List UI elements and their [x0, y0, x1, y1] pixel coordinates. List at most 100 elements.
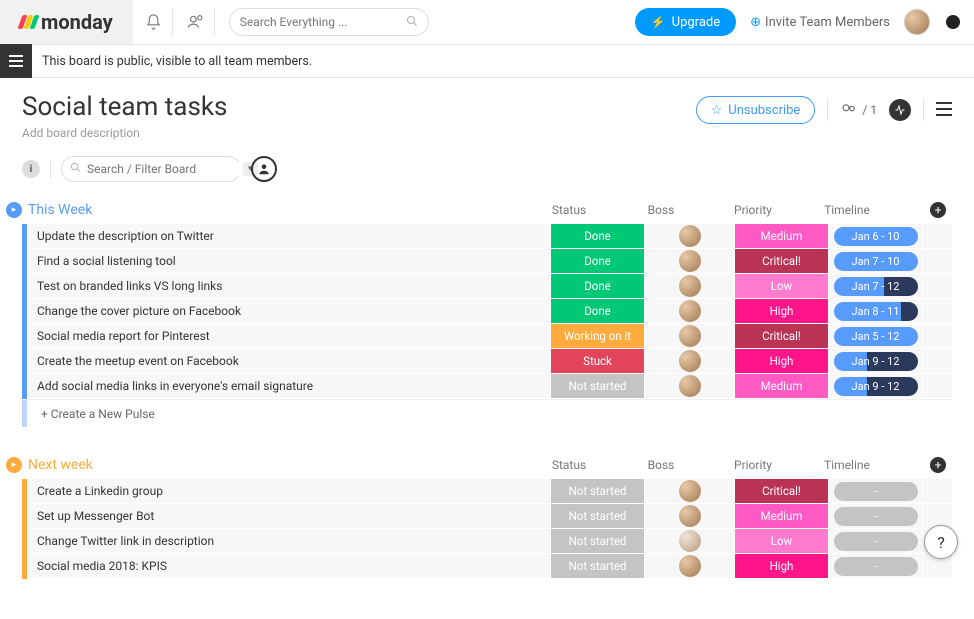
member-count[interactable]: / 1	[840, 103, 877, 117]
priority-cell[interactable]: Medium	[734, 224, 828, 249]
status-cell[interactable]: Done	[550, 274, 644, 299]
table-row[interactable]: Test on branded links VS long links Done…	[22, 274, 952, 299]
unsubscribe-button[interactable]: ☆ Unsubscribe	[696, 96, 816, 124]
status-cell[interactable]: Not started	[550, 374, 644, 399]
timeline-chip[interactable]: -	[834, 557, 918, 576]
priority-cell[interactable]: Medium	[734, 504, 828, 529]
table-row[interactable]: Find a social listening tool Done Critic…	[22, 249, 952, 274]
board-description[interactable]: Add board description	[22, 126, 696, 140]
timeline-cell[interactable]: -	[828, 479, 922, 504]
info-icon[interactable]: i	[22, 160, 40, 178]
row-title[interactable]: Change Twitter link in description	[27, 529, 550, 554]
inbox-icon[interactable]	[187, 8, 215, 36]
collapse-icon[interactable]: ▸	[6, 457, 22, 473]
table-row[interactable]: Change the cover picture on Facebook Don…	[22, 299, 952, 324]
logo[interactable]: monday	[20, 10, 113, 34]
timeline-chip[interactable]: Jan 5 - 12	[834, 327, 918, 346]
priority-cell[interactable]: Critical!	[734, 249, 828, 274]
board-title[interactable]: Social team tasks	[22, 92, 696, 122]
status-cell[interactable]: Done	[550, 299, 644, 324]
table-row[interactable]: Change Twitter link in description Not s…	[22, 529, 952, 554]
boss-cell[interactable]	[644, 324, 734, 349]
row-title[interactable]: Test on branded links VS long links	[27, 274, 550, 299]
table-row[interactable]: Add social media links in everyone's ema…	[22, 374, 952, 399]
boss-cell[interactable]	[644, 249, 734, 274]
timeline-cell[interactable]: -	[828, 554, 922, 579]
boss-cell[interactable]	[644, 349, 734, 374]
table-row[interactable]: Set up Messenger Bot Not started Medium …	[22, 504, 952, 529]
boss-cell[interactable]	[644, 554, 734, 579]
boss-cell[interactable]	[644, 274, 734, 299]
timeline-cell[interactable]: -	[828, 504, 922, 529]
row-title[interactable]: Change the cover picture on Facebook	[27, 299, 550, 324]
priority-cell[interactable]: High	[734, 299, 828, 324]
row-title[interactable]: Social media report for Pinterest	[27, 324, 550, 349]
boss-cell[interactable]	[644, 224, 734, 249]
timeline-chip[interactable]: Jan 8 - 11	[834, 302, 918, 321]
activity-icon[interactable]	[889, 99, 911, 121]
bell-icon[interactable]	[145, 8, 173, 36]
timeline-cell[interactable]: Jan 5 - 12	[828, 324, 922, 349]
timeline-cell[interactable]: -	[828, 529, 922, 554]
row-title[interactable]: Update the description on Twitter	[27, 224, 550, 249]
row-title[interactable]: Create the meetup event on Facebook	[27, 349, 550, 374]
person-filter-icon[interactable]	[251, 156, 277, 182]
help-button[interactable]: ?	[924, 525, 958, 559]
status-cell[interactable]: Not started	[550, 554, 644, 579]
boss-cell[interactable]	[644, 374, 734, 399]
global-search[interactable]	[229, 8, 429, 36]
row-title[interactable]: Find a social listening tool	[27, 249, 550, 274]
row-title[interactable]: Set up Messenger Bot	[27, 504, 550, 529]
boss-cell[interactable]	[644, 529, 734, 554]
status-cell[interactable]: Not started	[550, 504, 644, 529]
timeline-chip[interactable]: Jan 9 - 12	[834, 352, 918, 371]
theme-toggle-icon[interactable]	[946, 15, 960, 29]
row-title[interactable]: Social media 2018: KPIS	[27, 554, 550, 579]
hamburger-icon[interactable]	[0, 44, 32, 78]
timeline-chip[interactable]: Jan 7 - 10	[834, 252, 918, 271]
add-column-icon[interactable]: +	[930, 202, 946, 218]
timeline-chip[interactable]: -	[834, 532, 918, 551]
priority-cell[interactable]: Critical!	[734, 324, 828, 349]
table-row[interactable]: Social media report for Pinterest Workin…	[22, 324, 952, 349]
board-search[interactable]: ▾	[61, 156, 241, 182]
board-menu-icon[interactable]	[936, 100, 952, 121]
status-cell[interactable]: Stuck	[550, 349, 644, 374]
global-search-input[interactable]	[240, 15, 406, 29]
table-row[interactable]: Update the description on Twitter Done M…	[22, 224, 952, 249]
priority-cell[interactable]: High	[734, 554, 828, 579]
row-title[interactable]: Create a Linkedin group	[27, 479, 550, 504]
timeline-cell[interactable]: Jan 6 - 10	[828, 224, 922, 249]
timeline-chip[interactable]: Jan 6 - 10	[834, 227, 918, 246]
status-cell[interactable]: Not started	[550, 529, 644, 554]
collapse-icon[interactable]: ▸	[6, 202, 22, 218]
group-name[interactable]: This Week	[28, 202, 92, 218]
timeline-cell[interactable]: Jan 7 - 12	[828, 274, 922, 299]
timeline-cell[interactable]: Jan 7 - 10	[828, 249, 922, 274]
priority-cell[interactable]: Critical!	[734, 479, 828, 504]
boss-cell[interactable]	[644, 479, 734, 504]
row-title[interactable]: Add social media links in everyone's ema…	[27, 374, 550, 399]
upgrade-button[interactable]: ⚡ Upgrade	[635, 8, 736, 36]
timeline-chip[interactable]: Jan 9 - 12	[834, 377, 918, 396]
group-name[interactable]: Next week	[28, 457, 93, 473]
board-search-input[interactable]	[87, 162, 243, 176]
priority-cell[interactable]: Low	[734, 529, 828, 554]
table-row[interactable]: Create a Linkedin group Not started Crit…	[22, 479, 952, 504]
priority-cell[interactable]: High	[734, 349, 828, 374]
timeline-chip[interactable]: Jan 7 - 12	[834, 277, 918, 296]
user-avatar[interactable]	[904, 9, 930, 35]
status-cell[interactable]: Not started	[550, 479, 644, 504]
priority-cell[interactable]: Medium	[734, 374, 828, 399]
status-cell[interactable]: Done	[550, 224, 644, 249]
timeline-cell[interactable]: Jan 9 - 12	[828, 374, 922, 399]
table-row[interactable]: Social media 2018: KPIS Not started High…	[22, 554, 952, 579]
add-column-icon[interactable]: +	[930, 457, 946, 473]
timeline-cell[interactable]: Jan 9 - 12	[828, 349, 922, 374]
priority-cell[interactable]: Low	[734, 274, 828, 299]
boss-cell[interactable]	[644, 504, 734, 529]
timeline-cell[interactable]: Jan 8 - 11	[828, 299, 922, 324]
invite-button[interactable]: ⊕ Invite Team Members	[750, 15, 890, 30]
status-cell[interactable]: Working on it	[550, 324, 644, 349]
boss-cell[interactable]	[644, 299, 734, 324]
